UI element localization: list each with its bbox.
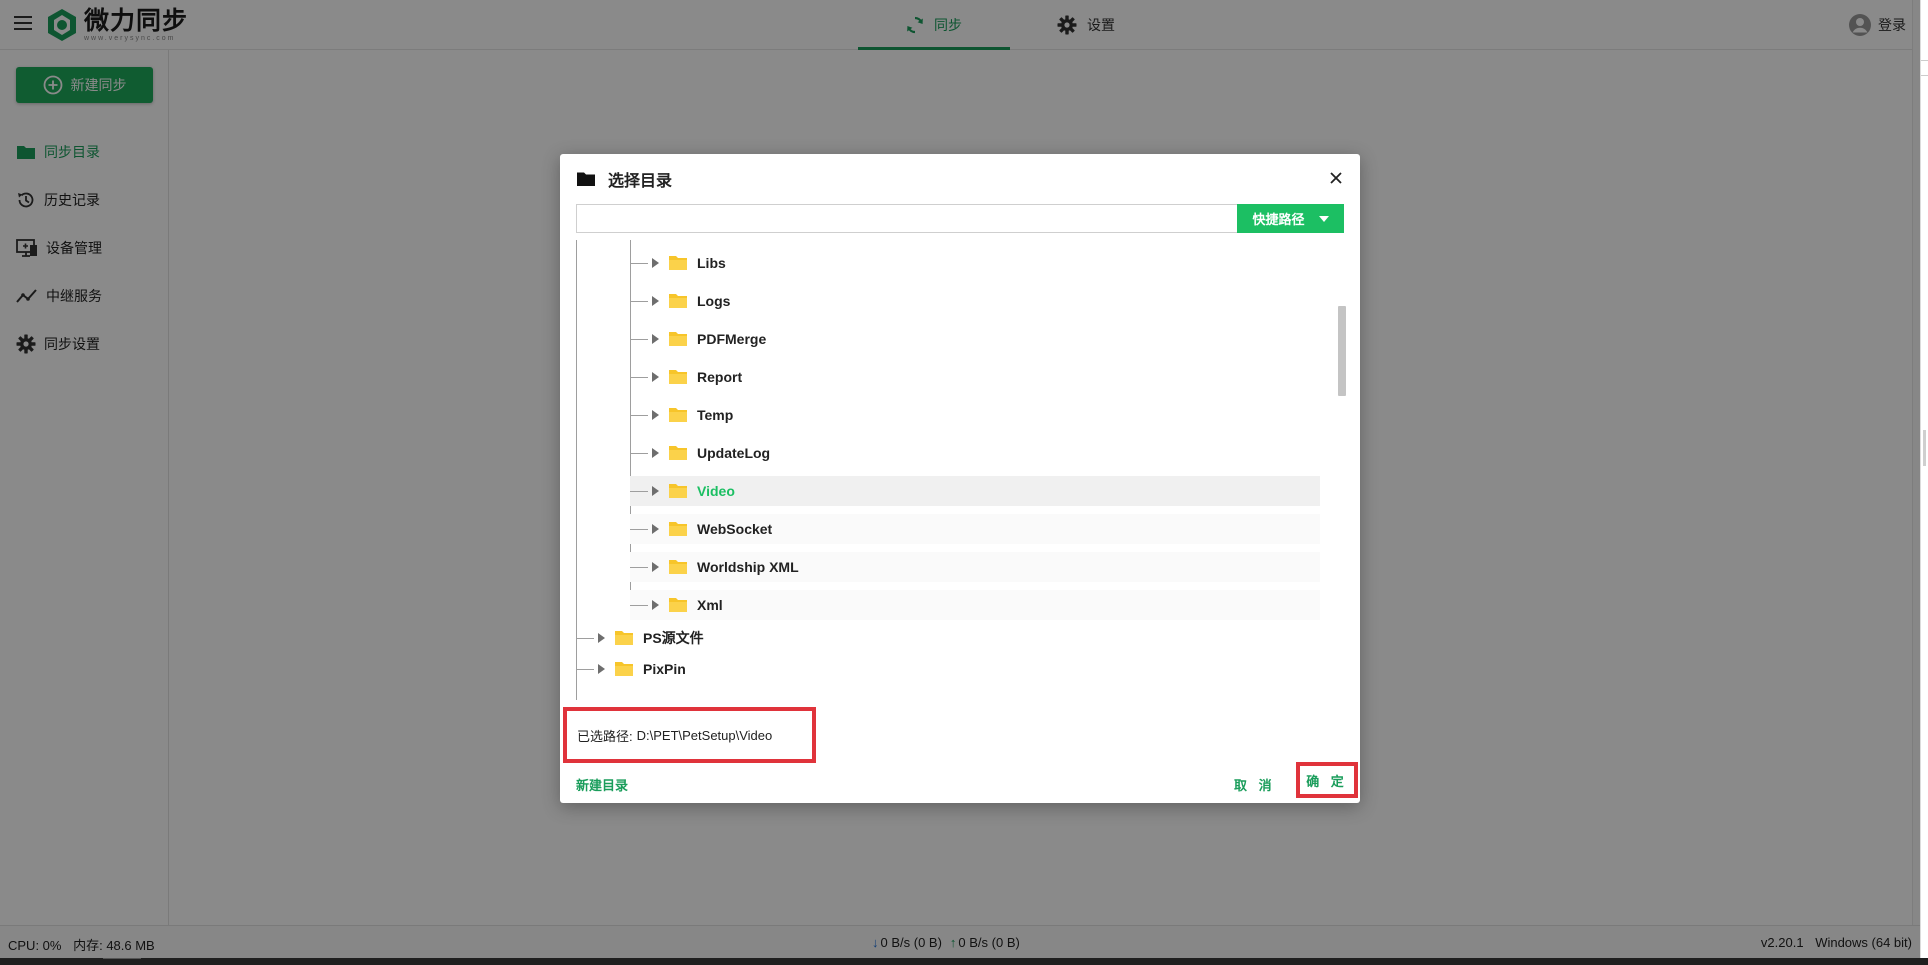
tree-node-label: Worldship XML [697,559,799,575]
tree-node-label: Xml [697,597,723,613]
tree-node[interactable]: WebSocket [630,514,1320,544]
folder-icon [669,256,687,270]
select-directory-dialog: 选择目录 快捷路径 Libs Logs PDFMerge Report Temp Upda… [560,154,1360,803]
expand-arrow-icon[interactable] [652,524,659,534]
tree-connector [630,604,648,606]
expand-arrow-icon[interactable] [598,633,605,643]
cancel-button[interactable]: 取 消 [1234,775,1276,794]
folder-tree: Libs Logs PDFMerge Report Temp UpdateLog Video… [576,240,1344,700]
tree-node[interactable]: UpdateLog [630,438,1320,468]
new-directory-button[interactable]: 新建目录 [576,775,628,794]
confirm-button[interactable]: 确 定 [1296,762,1358,798]
folder-icon [669,446,687,460]
tree-connector [630,566,648,568]
folder-icon [669,522,687,536]
expand-arrow-icon[interactable] [652,258,659,268]
expand-arrow-icon[interactable] [652,296,659,306]
tree-node-label: Libs [697,255,726,271]
tree-connector [630,338,648,340]
expand-arrow-icon[interactable] [652,486,659,496]
tree-node[interactable]: PDFMerge [630,324,1320,354]
selected-path-value: D:\PET\PetSetup\Video [636,727,773,743]
tree-node-label: Video [697,483,735,499]
expand-arrow-icon[interactable] [652,448,659,458]
quick-path-label: 快捷路径 [1252,212,1305,227]
folder-icon [669,408,687,422]
tree-node-label: Logs [697,293,731,309]
selected-path-label: 已选路径: [577,728,633,744]
folder-icon [615,662,633,676]
tree-connector [630,452,648,454]
tree-node-label: Temp [697,407,734,423]
tree-connector [630,262,648,264]
tree-node-label: PixPin [643,661,686,677]
folder-icon [669,598,687,612]
os-taskbar [0,958,1928,965]
close-icon[interactable] [1326,168,1346,188]
tree-node-label: WebSocket [697,521,773,537]
tree-connector [630,414,648,416]
expand-arrow-icon[interactable] [652,334,659,344]
path-input[interactable] [576,204,1237,233]
folder-icon [577,172,595,186]
folder-icon [669,370,687,384]
tree-node-pixpin[interactable]: PixPin [576,654,916,684]
tree-node[interactable]: Video [630,476,1320,506]
expand-arrow-icon[interactable] [652,562,659,572]
tree-node-label: UpdateLog [697,445,771,461]
folder-icon [669,484,687,498]
tree-node-label: Report [697,369,743,385]
taskbar-item[interactable] [103,958,141,965]
scroll-thumb[interactable] [1923,430,1926,466]
caret-down-icon [1318,215,1329,222]
tree-connector [630,376,648,378]
expand-arrow-icon[interactable] [652,410,659,420]
expand-arrow-icon[interactable] [598,664,605,674]
app-window: 微力同步 www.verysync.com 同步 设置 登录 新建同步 同步目录… [0,0,1920,958]
tree-node-ps-source[interactable]: PS源文件 [576,623,916,653]
confirm-label: 确 定 [1306,773,1348,789]
dialog-title: 选择目录 [608,173,673,190]
tree-node-label: PS源文件 [643,630,704,646]
tree-node[interactable]: Report [630,362,1320,392]
tree-connector [630,300,648,302]
expand-arrow-icon[interactable] [652,600,659,610]
tree-node[interactable]: Xml [630,590,1320,620]
quick-path-dropdown[interactable]: 快捷路径 [1237,204,1344,233]
tree-node[interactable]: Logs [630,286,1320,316]
tree-scrollbar[interactable] [1338,306,1346,396]
folder-icon [669,332,687,346]
tree-connector [630,528,648,530]
selected-path-box: 已选路径: D:\PET\PetSetup\Video [563,707,816,763]
tree-node[interactable]: Worldship XML [630,552,1320,582]
expand-arrow-icon[interactable] [652,372,659,382]
tree-node-label: PDFMerge [697,331,767,347]
tree-connector [630,490,648,492]
folder-icon [669,560,687,574]
tree-connector [576,637,594,639]
scroll-marker [1921,60,1928,76]
folder-icon [615,631,633,645]
tree-connector [576,668,594,670]
outer-scrollbar[interactable] [1920,0,1928,958]
tree-node[interactable]: Libs [630,248,1320,278]
folder-icon [669,294,687,308]
path-row: 快捷路径 [576,204,1344,233]
tree-node[interactable]: Temp [630,400,1320,430]
